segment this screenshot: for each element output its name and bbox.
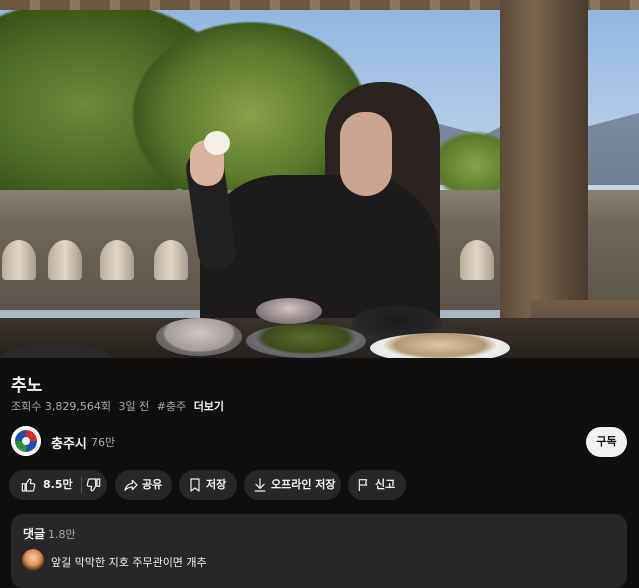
- like-dislike-group: 8.5만: [9, 470, 107, 500]
- view-count: 조회수 3,829,564회: [11, 400, 111, 413]
- video-player[interactable]: [0, 0, 639, 358]
- channel-avatar[interactable]: [11, 426, 41, 456]
- subscribe-button[interactable]: 구독: [586, 427, 627, 457]
- thumbs-down-icon[interactable]: [85, 477, 101, 493]
- thumbs-up-icon: [21, 478, 36, 492]
- flag-icon: [358, 479, 368, 491]
- video-scene-person-face: [340, 112, 392, 196]
- more-button[interactable]: 더보기: [194, 400, 224, 413]
- video-scene-dish: [370, 333, 510, 358]
- report-button[interactable]: 신고: [348, 470, 406, 500]
- subscriber-count: 76만: [91, 436, 116, 449]
- video-metadata[interactable]: 조회수 3,829,564회 3일 전 #충주 더보기: [11, 398, 228, 414]
- video-scene-roof-tile: [154, 240, 188, 280]
- channel-logo-icon: [11, 426, 41, 456]
- top-comment-text: 앞길 막막한 지호 주무관이면 개추: [51, 556, 207, 569]
- hashtag-link[interactable]: #충주: [157, 400, 186, 413]
- video-scene-roof-tile: [48, 240, 82, 280]
- video-scene-dish: [256, 298, 322, 324]
- video-scene-dish: [246, 324, 366, 358]
- video-scene-roof-tile: [100, 240, 134, 280]
- offline-save-button[interactable]: 오프라인 저장: [244, 470, 341, 500]
- channel-name[interactable]: 충주시: [51, 433, 87, 452]
- comments-count: 1.8만: [48, 528, 76, 541]
- video-scene-roof-tile: [460, 240, 494, 280]
- video-scene-pillar: [500, 0, 588, 340]
- download-icon: [254, 478, 266, 492]
- save-button[interactable]: 저장: [179, 470, 237, 500]
- video-scene-egg: [204, 131, 230, 155]
- divider: [81, 477, 82, 493]
- comments-preview[interactable]: 댓글 1.8만 앞길 막막한 지호 주무관이면 개추: [11, 514, 627, 588]
- offline-save-label: 오프라인 저장: [271, 478, 336, 491]
- comments-header: 댓글: [23, 527, 46, 541]
- video-scene-rice-bowl: [156, 318, 242, 356]
- channel-row: 충주시 76만 구독: [11, 426, 629, 458]
- share-arrow-icon: [124, 479, 138, 491]
- video-scene-roof-tile: [2, 240, 36, 280]
- report-label: 신고: [375, 478, 396, 491]
- commenter-avatar: [22, 549, 44, 571]
- share-label: 공유: [142, 478, 163, 491]
- video-title: 추노: [11, 376, 43, 396]
- share-button[interactable]: 공유: [115, 470, 172, 500]
- like-count: 8.5만: [43, 478, 73, 491]
- upload-age: 3일 전: [118, 400, 150, 413]
- save-label: 저장: [206, 478, 227, 491]
- bookmark-icon: [190, 478, 200, 492]
